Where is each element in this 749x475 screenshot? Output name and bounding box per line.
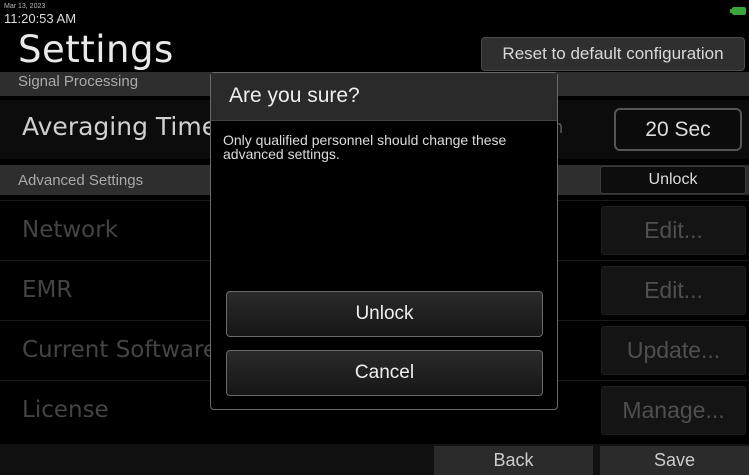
status-time: 11:20:53 AM: [4, 11, 77, 26]
status-date: Mar 13, 2023: [4, 3, 46, 10]
advanced-unlock-button[interactable]: Unlock: [600, 166, 746, 194]
dialog-message: Only qualified personnel should change t…: [223, 132, 507, 162]
status-bar: Mar 13, 2023 11:20:53 AM: [0, 0, 749, 30]
emr-label: EMR: [22, 277, 73, 303]
back-button[interactable]: Back: [434, 446, 593, 475]
page-title: Settings: [18, 28, 174, 71]
save-button[interactable]: Save: [600, 446, 749, 475]
dialog-cancel-button[interactable]: Cancel: [226, 350, 543, 396]
dialog-unlock-button[interactable]: Unlock: [226, 291, 543, 337]
averaging-time-button[interactable]: 20 Sec: [614, 108, 742, 151]
network-edit-button[interactable]: Edit...: [601, 206, 746, 255]
averaging-time-label: Averaging Time: [22, 112, 218, 141]
emr-edit-button[interactable]: Edit...: [601, 266, 746, 315]
network-label: Network: [22, 217, 119, 243]
battery-icon: [730, 7, 746, 15]
confirm-dialog: Are you sure? Only qualified personnel s…: [210, 72, 558, 410]
dialog-header: Are you sure?: [211, 73, 557, 121]
current-software-label: Current Software: [22, 337, 218, 363]
reset-default-button[interactable]: Reset to default configuration: [481, 37, 745, 71]
software-update-button[interactable]: Update...: [601, 326, 746, 375]
license-label: License: [22, 397, 109, 423]
license-manage-button[interactable]: Manage...: [601, 386, 746, 435]
dialog-title: Are you sure?: [229, 84, 360, 107]
